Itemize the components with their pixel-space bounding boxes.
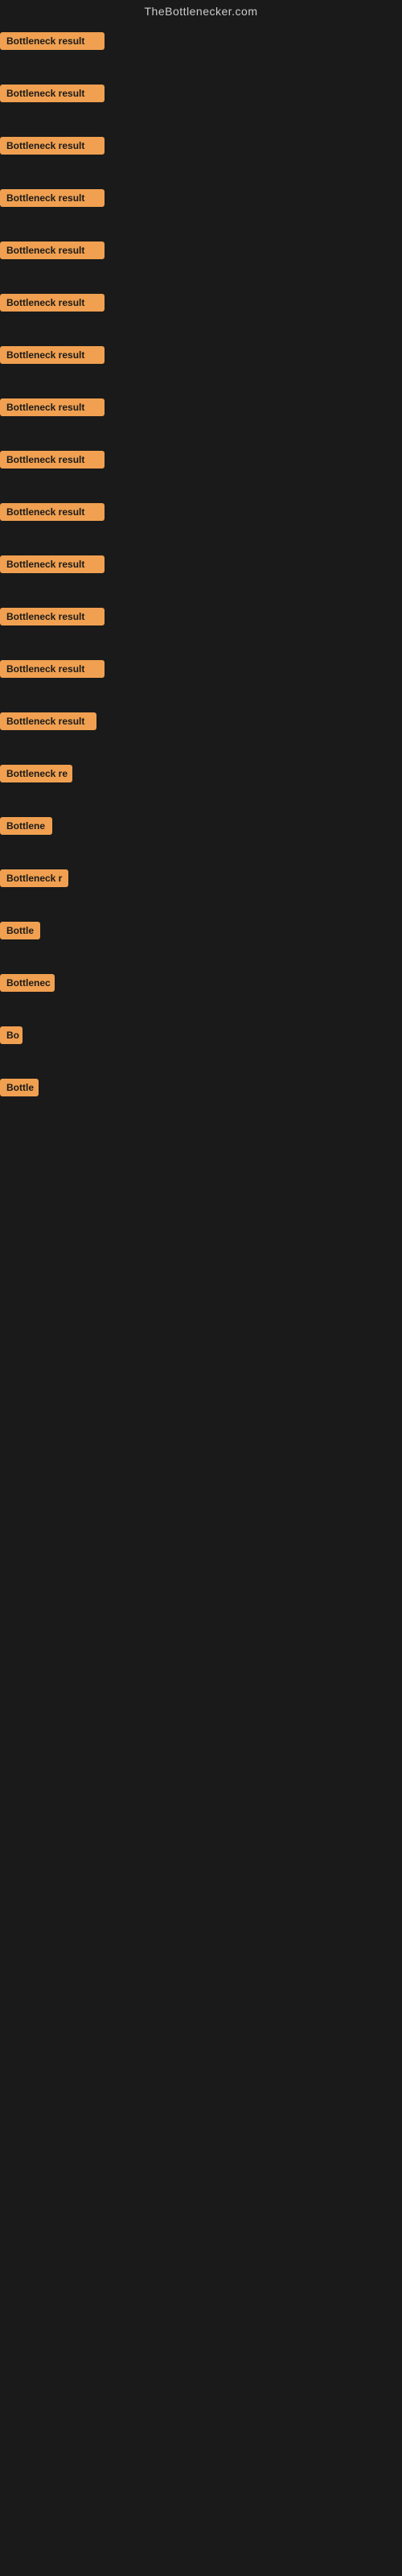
bottleneck-badge-12[interactable]: Bottleneck result [0,608,105,625]
bottleneck-badge-10[interactable]: Bottleneck result [0,503,105,521]
bottleneck-item-18: Bottle [0,915,402,968]
bottleneck-item-13: Bottleneck result [0,654,402,706]
bottleneck-badge-7[interactable]: Bottleneck result [0,346,105,364]
bottleneck-badge-17[interactable]: Bottleneck r [0,869,68,887]
bottleneck-item-5: Bottleneck result [0,235,402,287]
bottleneck-item-17: Bottleneck r [0,863,402,915]
site-title: TheBottlenecker.com [0,0,402,26]
bottleneck-badge-18[interactable]: Bottle [0,922,40,939]
bottleneck-item-1: Bottleneck result [0,26,402,78]
bottleneck-item-8: Bottleneck result [0,392,402,444]
bottleneck-item-12: Bottleneck result [0,601,402,654]
bottleneck-item-15: Bottleneck re [0,758,402,811]
bottleneck-badge-5[interactable]: Bottleneck result [0,242,105,259]
bottleneck-badge-15[interactable]: Bottleneck re [0,765,72,782]
bottleneck-badge-6[interactable]: Bottleneck result [0,294,105,312]
bottleneck-badge-9[interactable]: Bottleneck result [0,451,105,469]
bottleneck-item-7: Bottleneck result [0,340,402,392]
bottleneck-badge-14[interactable]: Bottleneck result [0,712,96,730]
bottleneck-badge-1[interactable]: Bottleneck result [0,32,105,50]
bottleneck-item-21: Bottle [0,1072,402,1125]
bottleneck-item-10: Bottleneck result [0,497,402,549]
bottleneck-badge-16[interactable]: Bottlene [0,817,52,835]
bottleneck-badge-4[interactable]: Bottleneck result [0,189,105,207]
bottleneck-badge-13[interactable]: Bottleneck result [0,660,105,678]
bottleneck-item-11: Bottleneck result [0,549,402,601]
bottleneck-item-4: Bottleneck result [0,183,402,235]
bottleneck-badge-20[interactable]: Bo [0,1026,23,1044]
bottleneck-item-19: Bottlenec [0,968,402,1020]
bottleneck-item-6: Bottleneck result [0,287,402,340]
bottleneck-item-3: Bottleneck result [0,130,402,183]
page-container: TheBottlenecker.com Bottleneck resultBot… [0,0,402,1125]
bottleneck-badge-11[interactable]: Bottleneck result [0,555,105,573]
bottleneck-item-16: Bottlene [0,811,402,863]
bottleneck-badge-3[interactable]: Bottleneck result [0,137,105,155]
bottleneck-item-14: Bottleneck result [0,706,402,758]
bottleneck-badge-8[interactable]: Bottleneck result [0,398,105,416]
bottleneck-badge-2[interactable]: Bottleneck result [0,85,105,102]
bottleneck-item-2: Bottleneck result [0,78,402,130]
bottleneck-badge-19[interactable]: Bottlenec [0,974,55,992]
badges-container: Bottleneck result Bottleneck result Bottle… [0,26,402,1125]
bottleneck-badge-21[interactable]: Bottle [0,1079,39,1096]
bottleneck-item-9: Bottleneck result [0,444,402,497]
bottleneck-item-20: Bo [0,1020,402,1072]
